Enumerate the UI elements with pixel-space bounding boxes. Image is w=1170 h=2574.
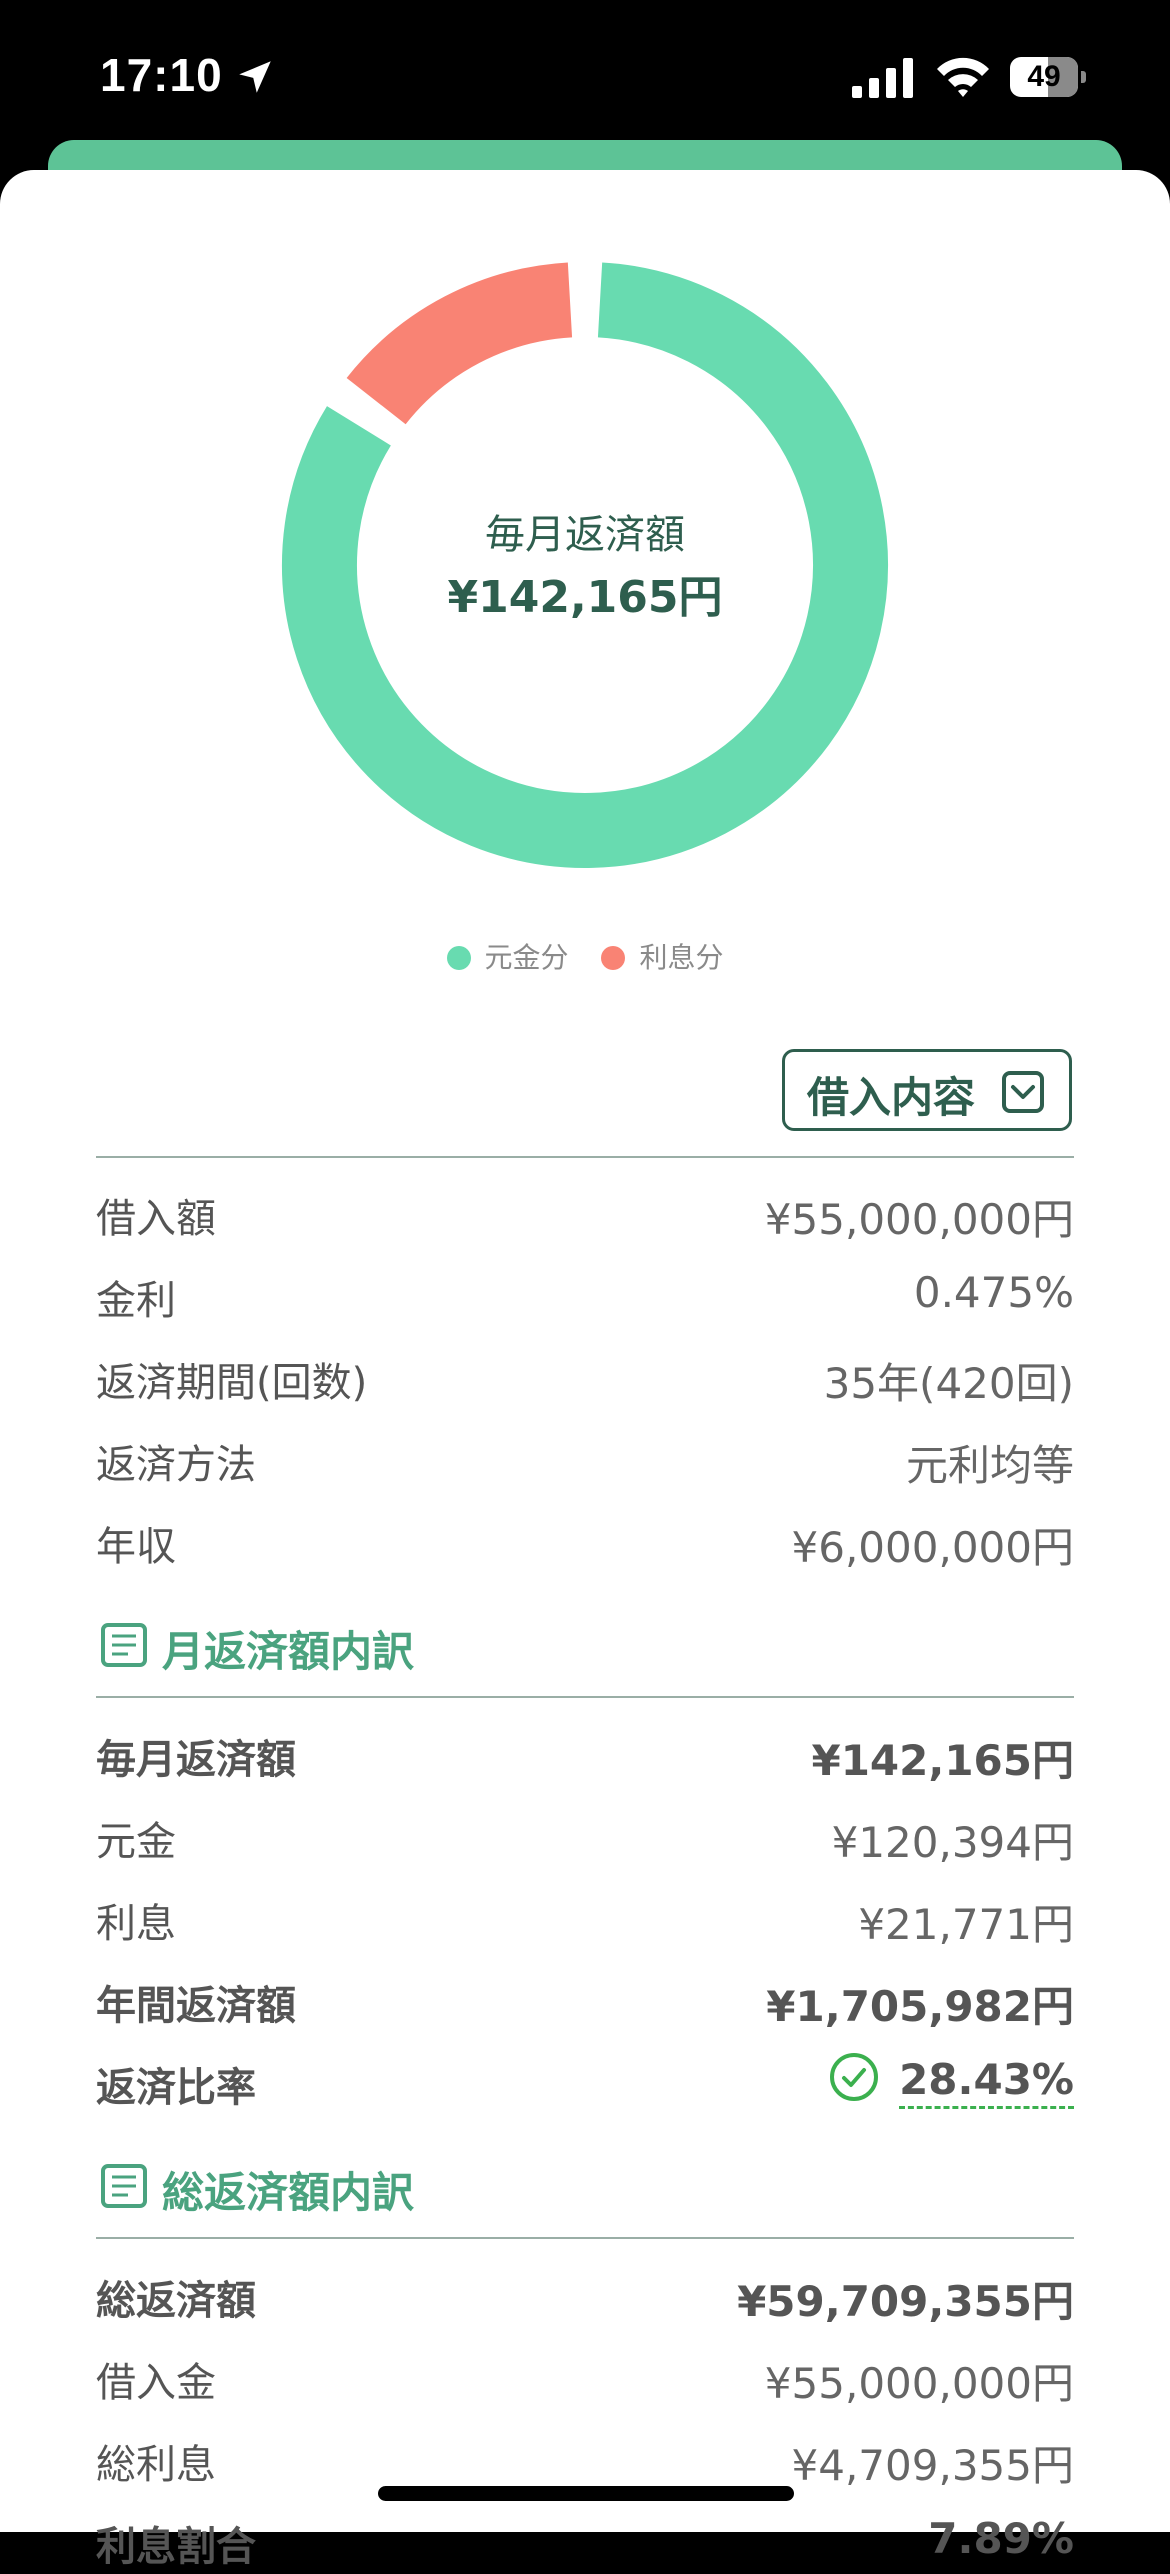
location-arrow-icon — [239, 61, 271, 93]
row-label: 年収 — [96, 1524, 176, 1570]
row-label: 利息割合 — [96, 2524, 256, 2570]
row-value: 7.89% — [928, 2514, 1074, 2563]
row-value: 0.475% — [913, 1268, 1074, 1317]
cellular-signal-icon — [852, 58, 913, 98]
detail-row-period: 返済期間(回数) 35年(420回) — [96, 1340, 1074, 1410]
row-label: 借入額 — [96, 1196, 216, 1242]
row-value: ¥59,709,355円 — [737, 2277, 1074, 2326]
check-circle-icon — [830, 2053, 878, 2101]
row-label: 返済方法 — [96, 1442, 256, 1488]
battery-indicator: 49 — [1010, 57, 1086, 97]
chart-legend: 元金分 利息分 — [0, 936, 1170, 976]
legend-label: 利息分 — [639, 941, 724, 974]
row-value: ¥142,165円 — [811, 1736, 1074, 1785]
row-label: 毎月返済額 — [96, 1737, 296, 1783]
row-value: ¥55,000,000円 — [764, 2359, 1074, 2408]
row-label: 借入金 — [96, 2360, 216, 2406]
monthly-row-principal: 元金 ¥120,394円 — [96, 1799, 1074, 1869]
home-indicator[interactable] — [378, 2486, 794, 2501]
legend-item-principal: 元金分 — [446, 936, 569, 976]
section-title: 総返済額内訳 — [162, 2168, 415, 2217]
detail-row-loan-amount: 借入額 ¥55,000,000円 — [96, 1176, 1074, 1246]
battery-level: 49 — [1027, 60, 1061, 93]
row-label: 総返済額 — [96, 2278, 256, 2324]
status-bar: 17:10 49 — [0, 0, 1170, 150]
donut-center-label: 毎月返済額 ¥142,165円 — [270, 500, 900, 626]
donut-slice-interest — [346, 262, 573, 425]
chevron-down-box-icon — [1002, 1071, 1044, 1113]
row-value: ¥55,000,000円 — [764, 1195, 1074, 1244]
repayment-ratio-value[interactable]: 28.43% — [899, 2055, 1074, 2109]
row-value: ¥21,771円 — [858, 1900, 1074, 1949]
total-row-borrowed: 借入金 ¥55,000,000円 — [96, 2340, 1074, 2410]
divider — [96, 1156, 1074, 1158]
chart-center-value: ¥142,165円 — [447, 572, 723, 623]
detail-row-interest-rate: 金利 0.475% — [96, 1258, 1074, 1328]
monthly-row-monthly-payment: 毎月返済額 ¥142,165円 — [96, 1717, 1074, 1787]
legend-dot — [446, 946, 471, 970]
wifi-icon — [937, 57, 989, 97]
row-label: 返済期間(回数) — [96, 1360, 368, 1406]
row-label: 元金 — [96, 1819, 176, 1865]
total-row-total-interest: 総利息 ¥4,709,355円 — [96, 2422, 1074, 2492]
section-title: 月返済額内訳 — [162, 1627, 415, 1676]
legend-label: 元金分 — [484, 941, 569, 974]
monthly-row-annual-payment: 年間返済額 ¥1,705,982円 — [96, 1963, 1074, 2033]
row-value: ¥120,394円 — [831, 1818, 1074, 1867]
document-list-icon — [101, 1623, 147, 1667]
divider — [96, 1696, 1074, 1698]
row-value: ¥1,705,982円 — [766, 1982, 1074, 2031]
row-label: 返済比率 — [96, 2065, 256, 2111]
legend-dot — [601, 946, 626, 970]
chart-title: 毎月返済額 — [485, 512, 685, 558]
row-label: 利息 — [96, 1901, 176, 1947]
status-time: 17:10 — [100, 49, 223, 101]
row-value: ¥6,000,000円 — [791, 1523, 1074, 1572]
row-value: 元利均等 — [905, 1441, 1074, 1490]
document-list-icon — [101, 2164, 147, 2208]
row-label: 総利息 — [96, 2442, 216, 2488]
row-label: 年間返済額 — [96, 1983, 296, 2029]
detail-row-method: 返済方法 元利均等 — [96, 1422, 1074, 1492]
detail-row-annual-income: 年収 ¥6,000,000円 — [96, 1504, 1074, 1574]
monthly-row-repayment-ratio: 返済比率 28.43% — [96, 2045, 1074, 2115]
loan-details-toggle-button[interactable]: 借入内容 — [782, 1049, 1072, 1131]
legend-item-interest: 利息分 — [601, 936, 723, 976]
monthly-row-interest: 利息 ¥21,771円 — [96, 1881, 1074, 1951]
row-value: 35年(420回) — [823, 1359, 1074, 1408]
row-label: 金利 — [96, 1278, 176, 1324]
total-row-interest-ratio: 利息割合 7.89% — [96, 2504, 1074, 2574]
total-row-total-payment: 総返済額 ¥59,709,355円 — [96, 2258, 1074, 2328]
loan-details-toggle-label: 借入内容 — [807, 1073, 976, 1122]
divider — [96, 2237, 1074, 2239]
row-value: ¥4,709,355円 — [791, 2441, 1074, 2490]
